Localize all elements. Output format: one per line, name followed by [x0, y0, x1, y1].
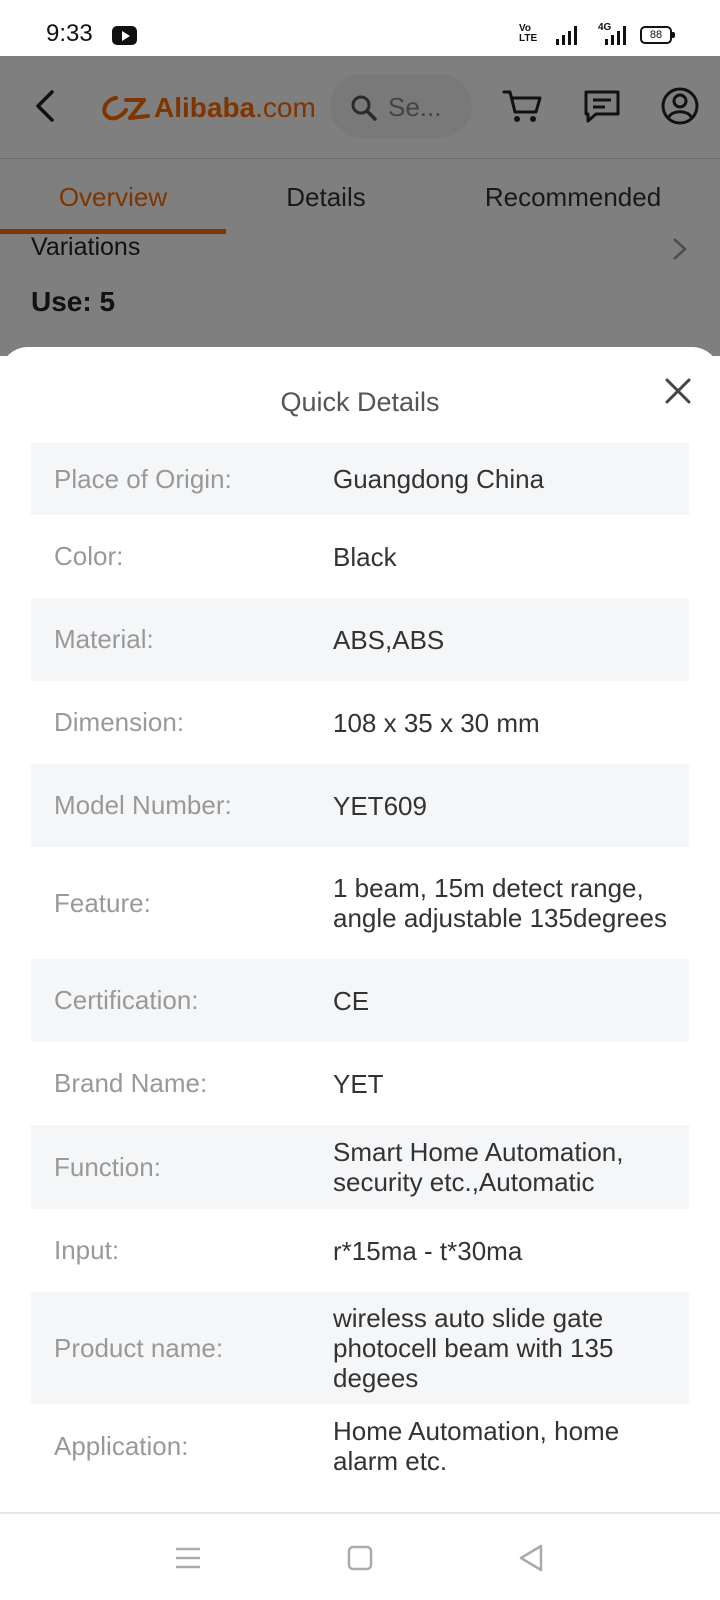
detail-row-material: Material: ABS,ABS [31, 598, 689, 681]
detail-value: YET [333, 1068, 384, 1099]
detail-value: CE [333, 985, 370, 1016]
detail-label: Brand Name: [54, 1068, 208, 1098]
detail-value: ABS,ABS [333, 624, 445, 655]
detail-label: Model Number: [54, 790, 232, 820]
detail-row-certification: Certification: CE [31, 959, 689, 1042]
detail-label: Application: [54, 1430, 189, 1461]
detail-row-feature: Feature: 1 beam, 15m detect range, angle… [31, 847, 689, 959]
detail-label: Place of Origin: [54, 463, 232, 494]
detail-label: Color: [54, 541, 124, 571]
detail-row-product-name: Product name: wireless auto slide gate p… [31, 1292, 689, 1404]
detail-value: 1 beam, 15m detect range, angle adjustab… [333, 873, 667, 933]
volte-indicator: Vo LTE [519, 23, 538, 44]
detail-row-application: Application: Home Automation, home alarm… [31, 1404, 689, 1488]
detail-value: Smart Home Automation, security etc.,Aut… [333, 1137, 624, 1197]
battery-icon: 88 [640, 26, 675, 44]
detail-value: wireless auto slide gate photocell beam … [333, 1303, 614, 1393]
detail-value: Black [333, 541, 397, 572]
modal-backdrop[interactable] [0, 56, 720, 356]
detail-value: Guangdong China [333, 464, 545, 494]
system-navigation-bar [0, 1512, 720, 1600]
detail-label: Product name: [54, 1332, 224, 1363]
menu-icon[interactable] [170, 1540, 206, 1576]
detail-label: Certification: [54, 985, 199, 1015]
sheet-title: Quick Details [280, 387, 440, 417]
detail-label: Feature: [54, 887, 151, 918]
status-bar: 9:33 Vo LTE 4G 88 [0, 0, 720, 56]
status-time: 9:33 [46, 20, 93, 47]
detail-label: Function: [54, 1151, 161, 1182]
detail-label: Material: [54, 624, 154, 654]
detail-label: Dimension: [54, 707, 185, 737]
close-icon[interactable] [660, 373, 696, 409]
detail-value: YET609 [333, 790, 427, 821]
detail-row-place-of-origin: Place of Origin: Guangdong China [31, 443, 689, 515]
detail-row-input: Input: r*15ma - t*30ma [31, 1209, 689, 1292]
quick-details-sheet: Quick Details Place of Origin: Guangdong… [0, 347, 720, 1600]
detail-row-dimension: Dimension: 108 x 35 x 30 mm [31, 681, 689, 764]
detail-label: Input: [54, 1235, 120, 1265]
home-icon[interactable] [342, 1540, 378, 1576]
detail-row-color: Color: Black [31, 515, 689, 598]
youtube-notification-icon [112, 26, 137, 45]
signal-strength-icon [556, 25, 580, 45]
quick-details-table: Place of Origin: Guangdong China Color: … [31, 443, 689, 1488]
back-triangle-icon[interactable] [514, 1540, 550, 1576]
detail-row-model-number: Model Number: YET609 [31, 764, 689, 847]
detail-value: r*15ma - t*30ma [333, 1235, 523, 1266]
detail-value: 108 x 35 x 30 mm [333, 707, 540, 738]
detail-row-brand-name: Brand Name: YET [31, 1042, 689, 1125]
detail-value: Home Automation, home alarm etc. [333, 1416, 620, 1476]
detail-row-function: Function: Smart Home Automation, securit… [31, 1125, 689, 1209]
signal-strength-2-icon [605, 25, 629, 45]
